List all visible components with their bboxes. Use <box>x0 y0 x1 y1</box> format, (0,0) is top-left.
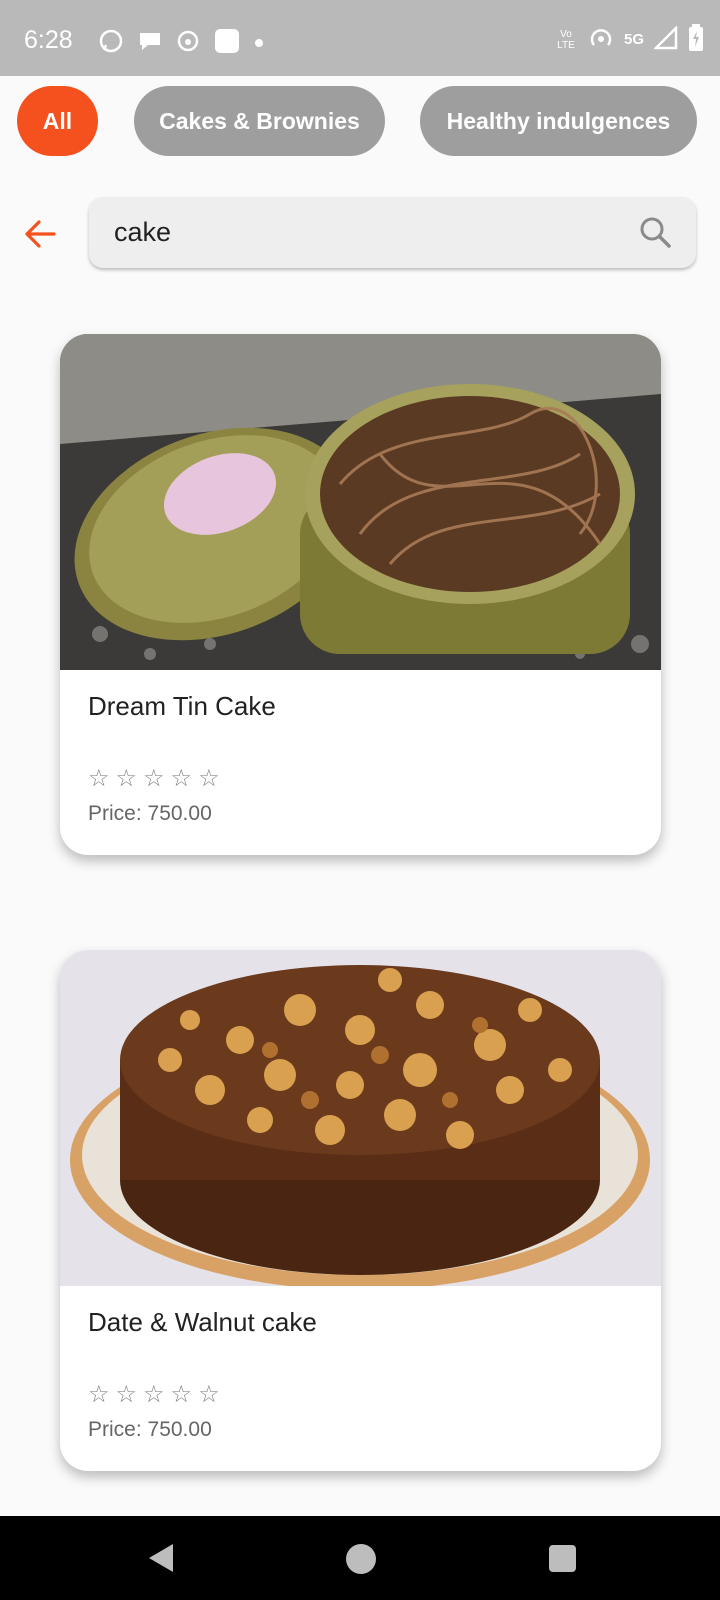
back-button[interactable] <box>20 214 60 254</box>
system-nav-bar <box>0 1516 720 1600</box>
nav-back-button[interactable] <box>147 1542 175 1579</box>
more-notifications-dot <box>254 35 264 53</box>
hotspot-icon <box>588 26 614 53</box>
app-icon <box>176 29 200 58</box>
volte-icon: Vo LTE <box>557 28 575 51</box>
product-card[interactable]: Dream Tin Cake ☆ ☆ ☆ ☆ ☆ Price: 750.00 <box>60 334 661 855</box>
nav-home-button[interactable] <box>346 1544 376 1574</box>
search-query: cake <box>114 217 172 247</box>
star-icon: ☆ <box>88 765 110 792</box>
signal-icon <box>652 24 678 53</box>
product-title: Dream Tin Cake <box>88 691 276 721</box>
star-icon: ☆ <box>198 1381 220 1408</box>
star-icon: ☆ <box>170 1381 193 1408</box>
star-icon: ☆ <box>198 765 220 792</box>
search-input[interactable]: cake <box>89 197 696 268</box>
star-icon: ☆ <box>170 765 193 792</box>
nav-recents-button[interactable] <box>549 1545 576 1572</box>
star-icon: ☆ <box>115 1381 138 1408</box>
category-chips: All Cakes & Brownies Healthy indulgences <box>0 86 720 156</box>
status-time: 6:28 <box>24 26 73 54</box>
category-chip-healthy-indulgences[interactable]: Healthy indulgences <box>420 86 697 156</box>
rating-stars[interactable]: ☆ ☆ ☆ ☆ ☆ <box>88 764 220 793</box>
star-icon: ☆ <box>115 765 138 792</box>
product-image <box>60 950 661 1286</box>
category-chip-all[interactable]: All <box>17 86 98 156</box>
battery-icon <box>688 24 704 55</box>
notification-icons <box>98 28 264 59</box>
product-title: Date & Walnut cake <box>88 1307 317 1337</box>
product-image <box>60 334 661 670</box>
square-app-icon <box>214 28 240 59</box>
product-price: Price: 750.00 <box>88 802 212 825</box>
product-price: Price: 750.00 <box>88 1418 212 1441</box>
arrow-left-icon <box>25 220 56 248</box>
triangle-back-icon <box>149 1544 173 1572</box>
network-type-label: 5G <box>623 31 644 48</box>
whatsapp-icon <box>98 28 124 59</box>
rating-stars[interactable]: ☆ ☆ ☆ ☆ ☆ <box>88 1380 220 1409</box>
search-icon[interactable] <box>638 215 672 249</box>
product-card[interactable]: Date & Walnut cake ☆ ☆ ☆ ☆ ☆ Price: 750.… <box>60 950 661 1471</box>
system-status-icons: Vo LTE 5G <box>554 24 704 55</box>
status-bar: 6:28 Vo LTE 5G <box>0 0 720 76</box>
star-icon: ☆ <box>143 1381 165 1408</box>
chat-icon <box>138 30 162 57</box>
star-icon: ☆ <box>88 1381 110 1408</box>
star-icon: ☆ <box>143 765 165 792</box>
category-chip-cakes-brownies[interactable]: Cakes & Brownies <box>134 86 385 156</box>
